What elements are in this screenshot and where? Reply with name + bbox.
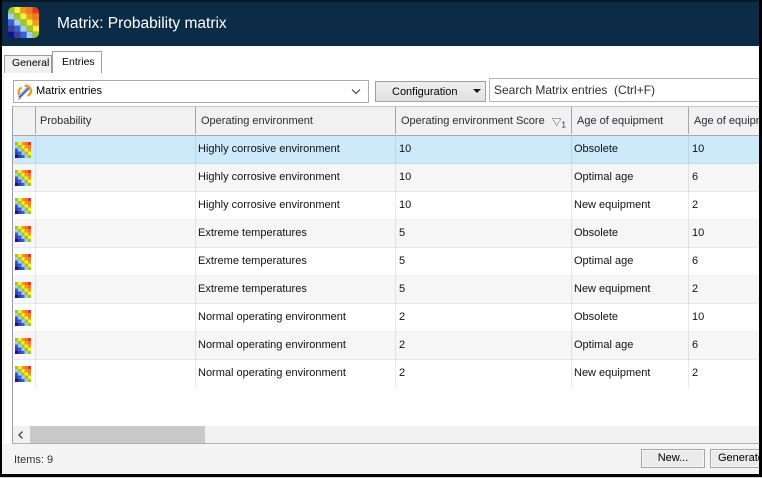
svg-text:1: 1 [562,121,567,129]
